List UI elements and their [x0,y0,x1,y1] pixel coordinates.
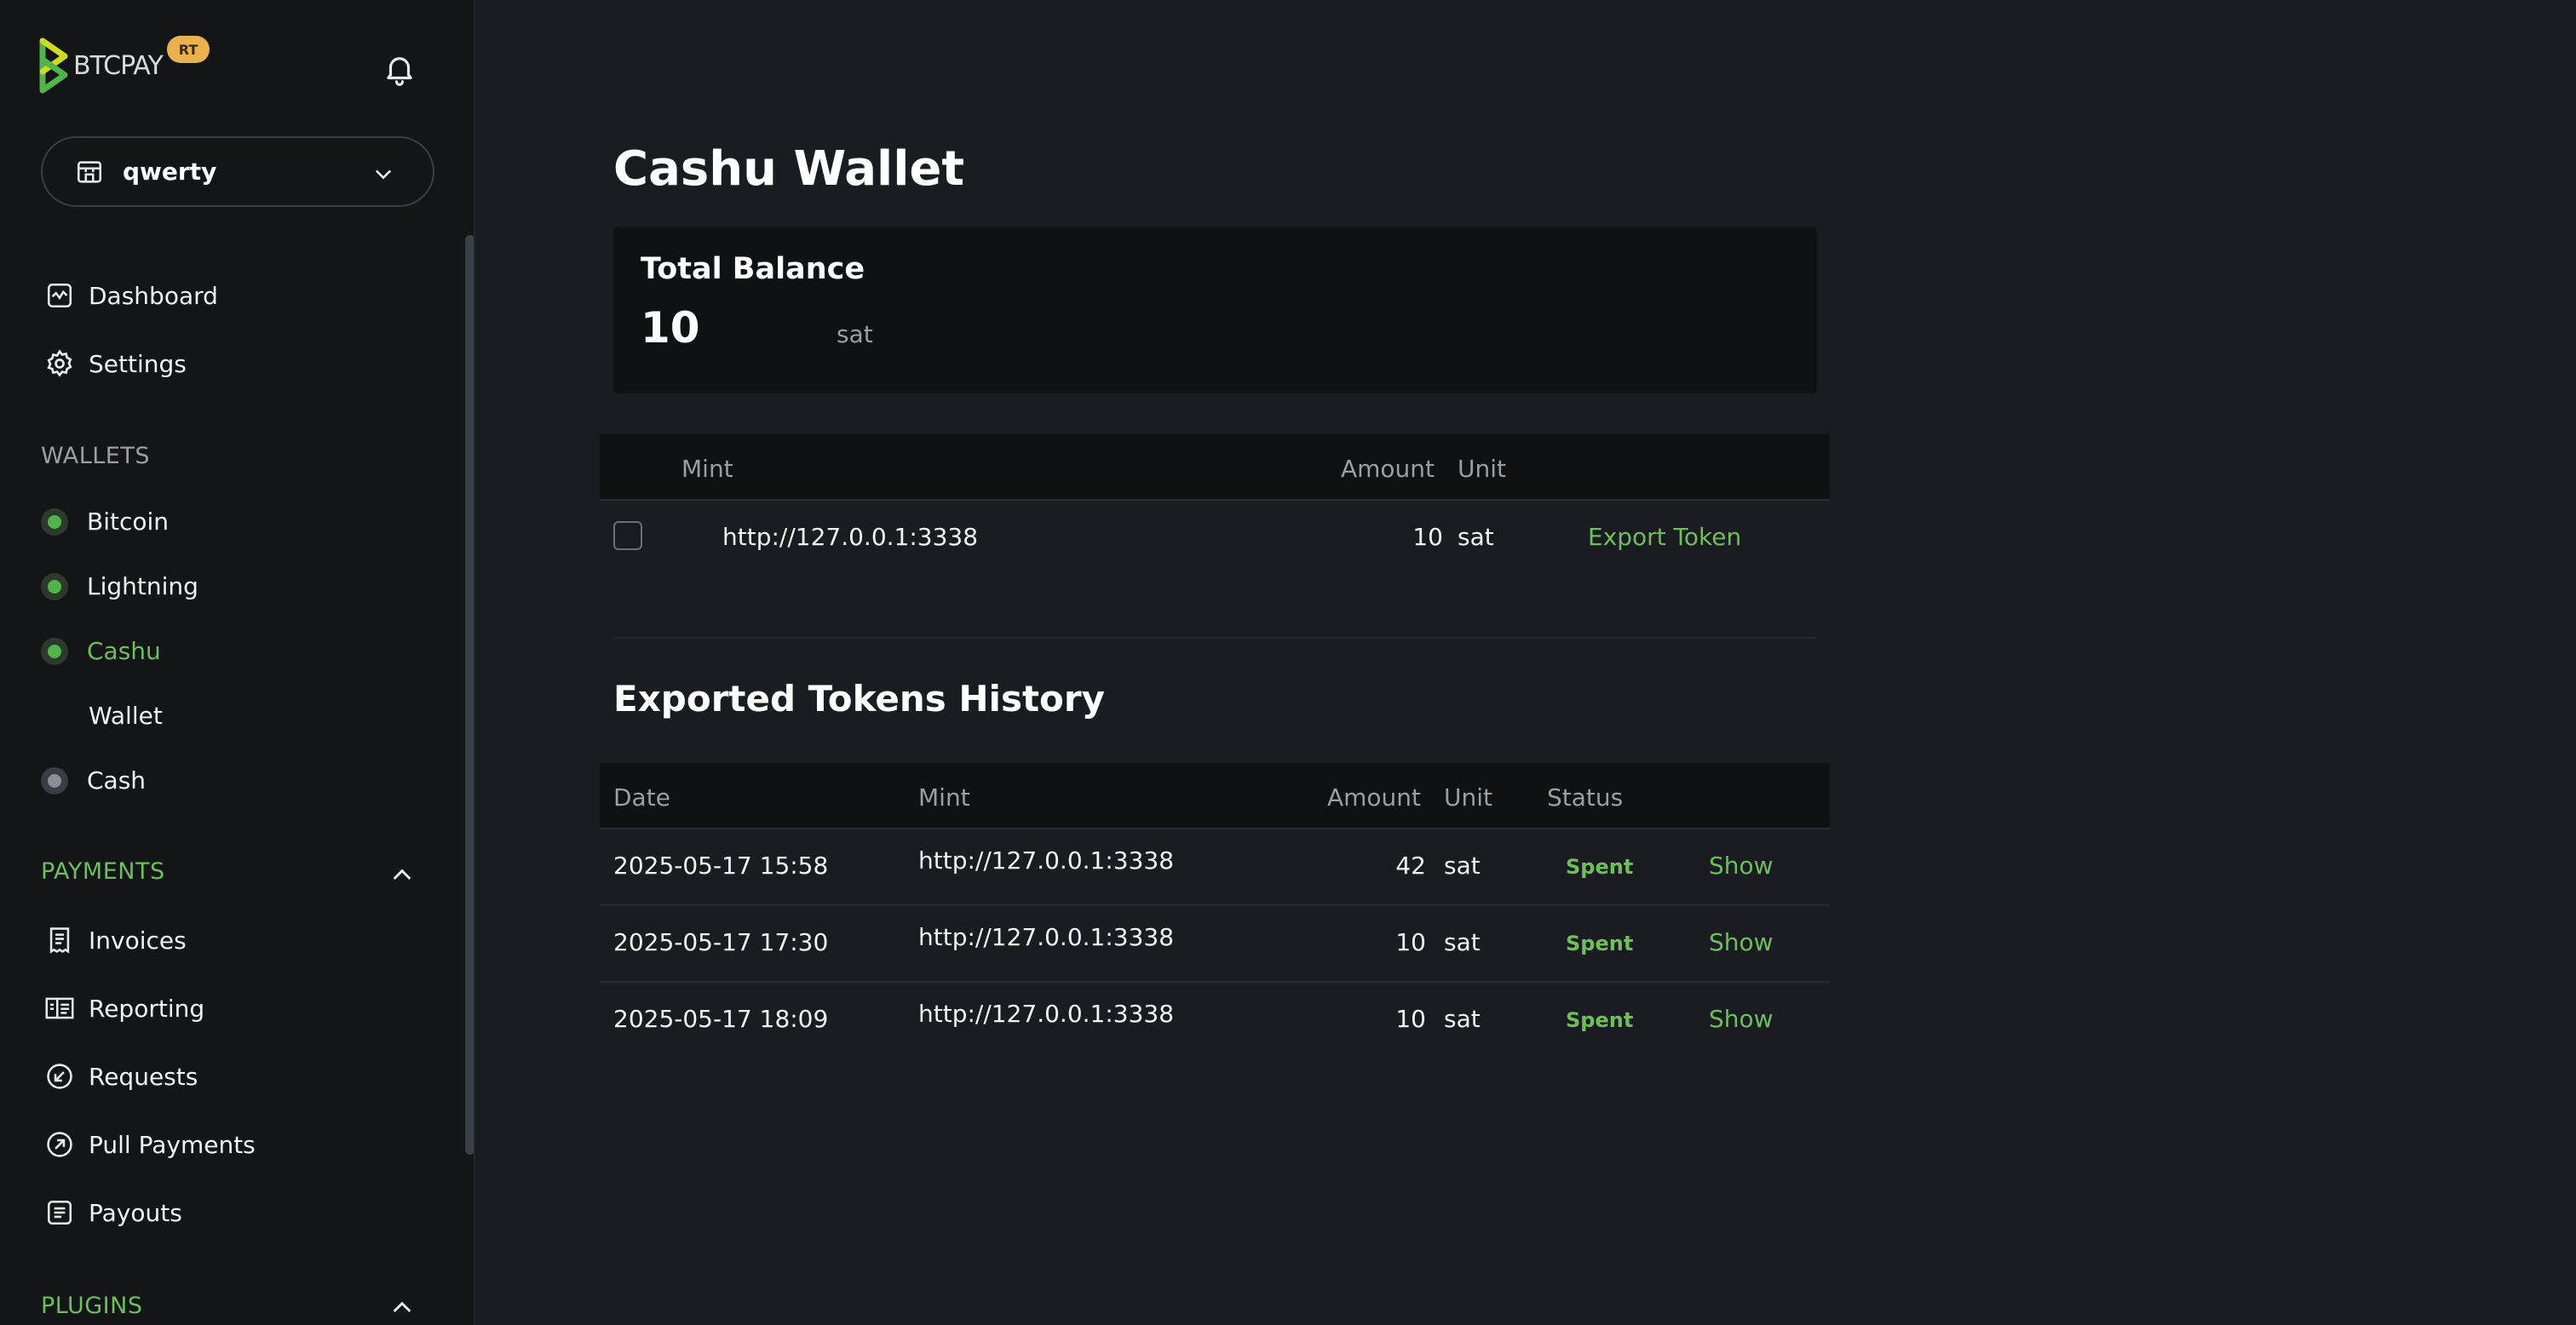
history-mint: http://127.0.0.1:3338 [918,1000,1175,1028]
sidebar-item-bitcoin[interactable]: Bitcoin [41,508,169,536]
status-badge: Spent [1566,932,1634,955]
sidebar-item-requests[interactable]: Requests [44,1061,198,1092]
sidebar-item-cashu-wallet[interactable]: Wallet [89,702,163,730]
column-header-unit: Unit [1458,455,1506,483]
sidebar-item-cashu[interactable]: Cashu [41,637,161,665]
column-header-mint: Mint [918,783,970,812]
sidebar-item-label: Wallet [89,702,163,730]
sidebar-item-label: Bitcoin [87,508,170,536]
sidebar-item-pull-payments[interactable]: Pull Payments [44,1129,256,1160]
wallets-heading: WALLETS [41,443,150,469]
column-header-date: Date [613,783,670,812]
sidebar-item-reporting[interactable]: Reporting [44,993,204,1024]
chevron-down-icon [375,169,392,180]
rt-badge: RT [167,36,210,63]
table-row: 2025-05-17 15:58 http://127.0.0.1:3338 4… [600,829,1830,906]
show-token-link[interactable]: Show [1709,928,1774,956]
plugins-heading[interactable]: PLUGINS [41,1293,142,1319]
store-name: qwerty [123,158,217,186]
status-dot-icon [41,572,68,600]
sidebar-item-label: Cash [87,766,147,794]
table-row: 2025-05-17 18:09 http://127.0.0.1:3338 1… [600,983,1830,1059]
table-row: http://127.0.0.1:3338 10 sat Export Toke… [600,501,1830,577]
sidebar-item-label: Payouts [89,1198,182,1227]
export-token-link[interactable]: Export Token [1588,523,1741,551]
history-mint: http://127.0.0.1:3338 [918,846,1175,875]
sidebar-item-cash[interactable]: Cash [41,766,146,794]
payments-heading[interactable]: PAYMENTS [41,858,165,885]
sidebar-item-label: Invoices [89,926,187,955]
history-amount: 10 [1395,928,1426,956]
dashboard-icon [44,280,75,311]
sidebar-item-settings[interactable]: Settings [44,348,187,379]
history-amount: 10 [1395,1005,1426,1033]
mint-url: http://127.0.0.1:3338 [722,523,979,551]
gear-icon [44,348,75,379]
logo-text: BTCPAY [73,50,164,81]
column-header-status: Status [1547,783,1624,812]
history-table-header: Date Mint Amount Unit Status [600,763,1830,829]
sidebar-item-label: Dashboard [89,281,218,310]
sidebar-item-label: Lightning [87,572,198,600]
sidebar-item-label: Settings [89,349,187,378]
mint-amount: 10 [1412,523,1443,551]
column-header-mint: Mint [681,455,733,483]
sidebar-item-label: Reporting [89,994,205,1023]
btcpay-logo-icon [39,37,68,94]
balance-card: Total Balance 10 sat [613,227,1817,393]
history-unit: sat [1444,928,1481,956]
sidebar-scrollbar[interactable] [465,235,474,1155]
mint-table: Mint Amount Unit http://127.0.0.1:3338 1… [600,434,1830,577]
chevron-up-icon[interactable] [388,1294,416,1322]
section-divider [613,637,1817,639]
show-token-link[interactable]: Show [1709,1005,1774,1033]
request-icon [44,1061,75,1092]
history-mint: http://127.0.0.1:3338 [918,923,1175,951]
balance-label: Total Balance [641,252,865,286]
chevron-up-icon[interactable] [388,862,416,889]
show-token-link[interactable]: Show [1709,852,1774,880]
sidebar-item-dashboard[interactable]: Dashboard [44,280,218,311]
invoice-icon [44,925,75,955]
history-table: Date Mint Amount Unit Status 2025-05-17 … [600,763,1830,1059]
status-dot-icon [41,637,68,665]
history-amount: 42 [1395,852,1426,880]
status-badge: Spent [1566,1008,1634,1032]
history-date: 2025-05-17 18:09 [613,1005,829,1033]
column-header-unit: Unit [1444,783,1492,812]
store-icon [77,160,102,183]
sidebar-item-label: Cashu [87,637,161,665]
sidebar-item-label: Pull Payments [89,1130,256,1159]
mint-unit: sat [1458,523,1494,551]
reporting-icon [44,993,75,1024]
main-content: Cashu Wallet Total Balance 10 sat Mint A… [477,0,2576,1325]
pull-payment-icon [44,1129,75,1160]
row-select-checkbox[interactable] [613,521,642,550]
status-badge: Spent [1566,855,1634,879]
column-header-amount: Amount [1341,455,1435,483]
sidebar-item-label: Requests [89,1062,198,1091]
history-unit: sat [1444,1005,1481,1033]
history-unit: sat [1444,852,1481,880]
page-title: Cashu Wallet [613,141,965,197]
mint-table-header: Mint Amount Unit [600,434,1830,501]
table-row: 2025-05-17 17:30 http://127.0.0.1:3338 1… [600,906,1830,983]
history-title: Exported Tokens History [613,678,1105,720]
notifications-bell-icon[interactable] [382,51,417,87]
sidebar: BTCPAY RT qwerty Dashboard Settings WALL… [0,0,475,1325]
balance-unit: sat [837,320,873,348]
column-header-amount: Amount [1327,783,1422,812]
btcpay-logo[interactable]: BTCPAY [39,37,164,94]
sidebar-item-payouts[interactable]: Payouts [44,1197,182,1228]
history-date: 2025-05-17 17:30 [613,928,829,956]
store-selector[interactable]: qwerty [41,136,434,207]
balance-value: 10 [641,303,700,353]
status-dot-icon [41,508,68,536]
history-date: 2025-05-17 15:58 [613,852,829,880]
sidebar-item-invoices[interactable]: Invoices [44,925,187,955]
status-dot-icon [41,766,68,794]
sidebar-item-lightning[interactable]: Lightning [41,572,198,600]
payout-icon [44,1197,75,1228]
